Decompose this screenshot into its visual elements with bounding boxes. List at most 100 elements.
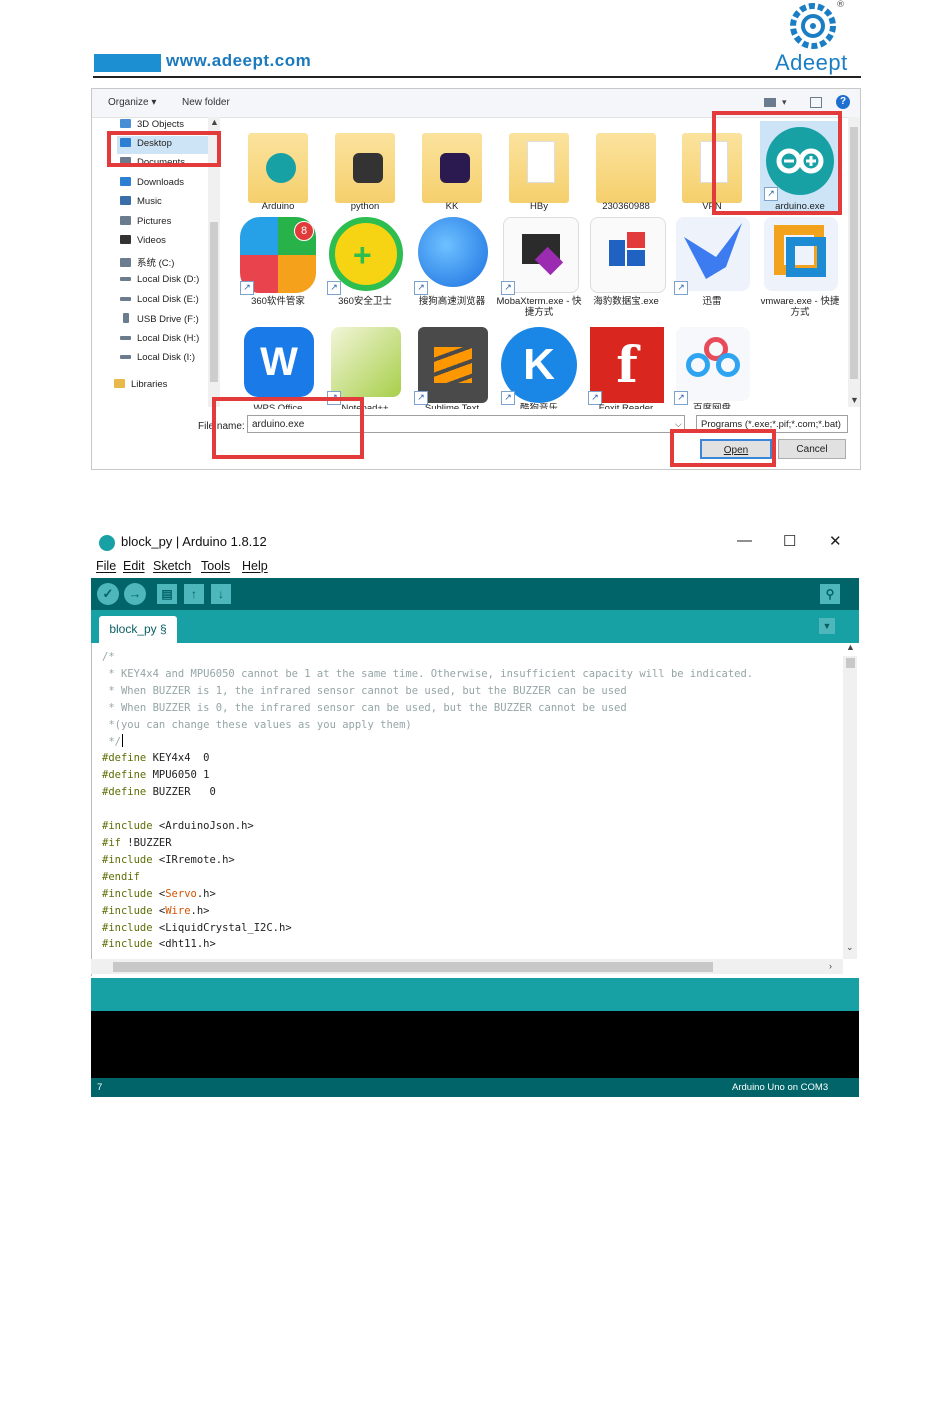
open-file-dialog: Organize ▾ New folder ▾ ? 3D Objects Des… (91, 88, 861, 470)
console-output[interactable] (91, 1011, 859, 1078)
sogou-browser-icon (418, 217, 488, 287)
verify-button[interactable]: ✓ (97, 583, 119, 605)
folder-icon (335, 133, 395, 203)
nav-item-music[interactable]: Music (120, 196, 162, 214)
drive-icon (120, 258, 131, 267)
serial-monitor-button[interactable]: ⚲ (820, 584, 840, 604)
drive-icon (120, 297, 131, 301)
code-line: * When BUZZER is 0, the infrared sensor … (102, 701, 627, 714)
text-cursor (121, 733, 123, 747)
nav-item-drive-f[interactable]: USB Drive (F:) (120, 313, 199, 331)
code-line: */ (102, 733, 123, 748)
ide-toolbar: ✓ → ▤ ↑ ↓ ⚲ (91, 578, 859, 610)
scroll-down-icon[interactable]: ⌄ (846, 942, 854, 953)
pictures-icon (120, 216, 131, 225)
tab-menu-button[interactable]: ▼ (819, 618, 835, 634)
status-bar (91, 978, 859, 1011)
open-sketch-button[interactable]: ↑ (184, 584, 204, 604)
save-sketch-button[interactable]: ↓ (211, 584, 231, 604)
nav-item-drive-e[interactable]: Local Disk (E:) (120, 294, 199, 312)
scroll-right-icon[interactable]: › (829, 961, 832, 971)
folder-icon (422, 133, 482, 203)
arduino-ide-window: block_py | Arduino 1.8.12 — ☐ ✕ File Edi… (91, 530, 859, 1097)
shortcut-arrow-icon: ↗ (414, 281, 428, 295)
downloads-icon (120, 177, 131, 186)
code-line: #endif (102, 870, 140, 883)
upload-button[interactable]: → (124, 583, 146, 605)
shortcut-arrow-icon: ↗ (327, 281, 341, 295)
view-options-icon[interactable] (764, 98, 776, 107)
registered-mark: ® (836, 0, 845, 10)
nav-item-pictures[interactable]: Pictures (120, 216, 171, 234)
editor-vscroll-thumb[interactable] (846, 658, 855, 668)
line-number: 7 (97, 1082, 103, 1093)
videos-icon (120, 235, 131, 244)
shortcut-arrow-icon: ↗ (240, 281, 254, 295)
drive-icon (120, 355, 131, 359)
bird-icon (684, 223, 742, 279)
nav-item-drive-h[interactable]: Local Disk (H:) (120, 333, 199, 351)
menu-help[interactable]: Help (242, 559, 268, 573)
preview-pane-icon[interactable] (810, 97, 822, 108)
scroll-up-icon[interactable]: ▲ (846, 642, 855, 652)
menu-bar: File Edit Sketch Tools Help (91, 556, 859, 576)
block-icon (627, 232, 645, 248)
editor-horizontal-scrollbar[interactable]: › (91, 959, 843, 974)
menu-sketch[interactable]: Sketch (153, 559, 191, 573)
xunlei-bird-icon (676, 217, 750, 291)
new-folder-button[interactable]: New folder (182, 97, 230, 108)
highlight-open-button (670, 429, 776, 467)
markdown-badge-icon (353, 153, 383, 183)
usb-drive-icon (123, 313, 129, 323)
drive-icon (120, 336, 131, 340)
code-line: #define KEY4x4 0 (102, 752, 210, 765)
scroll-down-icon[interactable]: ▼ (850, 395, 859, 405)
website-url: www.adeept.com (166, 51, 312, 70)
menu-file[interactable]: File (96, 559, 116, 573)
sublime-text-icon (418, 327, 488, 403)
arduino-logo-icon (99, 535, 115, 551)
nav-item-drive-c[interactable]: 系统 (C:) (120, 255, 174, 273)
help-icon[interactable]: ? (836, 95, 850, 109)
adeept-logo-icon (790, 3, 836, 49)
music-icon (120, 196, 131, 205)
plus-icon: + (353, 237, 372, 273)
files-scrollbar-thumb[interactable] (850, 127, 858, 379)
code-line: #include <Servo.h> (102, 887, 216, 900)
menu-tools[interactable]: Tools (201, 559, 230, 573)
cancel-button[interactable]: Cancel (778, 439, 846, 459)
close-button[interactable]: ✕ (829, 532, 842, 550)
folder-icon (596, 133, 656, 203)
scroll-up-icon[interactable]: ▲ (210, 117, 219, 127)
files-scrollbar[interactable]: ▼ (848, 117, 860, 407)
code-line: #define MPU6050 1 (102, 769, 210, 782)
code-line: #if !BUZZER (102, 836, 172, 849)
nav-item-downloads[interactable]: Downloads (120, 177, 184, 195)
nav-scrollbar-thumb[interactable] (210, 222, 218, 382)
menu-edit[interactable]: Edit (123, 559, 145, 573)
code-editor[interactable]: /* * KEY4x4 and MPU6050 cannot be 1 at t… (91, 643, 859, 976)
nav-item-videos[interactable]: Videos (120, 235, 166, 253)
editor-hscroll-thumb[interactable] (113, 962, 713, 972)
3d-objects-icon (120, 119, 131, 128)
folder-icon (509, 133, 569, 203)
minimize-button[interactable]: — (737, 532, 752, 549)
tab-block-py[interactable]: block_py § (99, 616, 177, 643)
notepadpp-chameleon-icon (331, 327, 401, 397)
editor-vertical-scrollbar[interactable]: ▲ ⌄ (843, 642, 857, 959)
window-title: block_py | Arduino 1.8.12 (121, 534, 267, 549)
arduino-badge-icon (266, 153, 296, 183)
view-dropdown-icon[interactable]: ▾ (782, 97, 787, 108)
nav-item-drive-d[interactable]: Local Disk (D:) (120, 274, 199, 292)
ide-title-bar: block_py | Arduino 1.8.12 — ☐ ✕ (91, 530, 859, 556)
code-line: #include <dht11.h> (102, 938, 216, 951)
maximize-button[interactable]: ☐ (783, 532, 796, 550)
new-sketch-button[interactable]: ▤ (157, 584, 177, 604)
organize-button[interactable]: Organize ▾ (108, 97, 156, 108)
code-line: * KEY4x4 and MPU6050 cannot be 1 at the … (102, 667, 754, 680)
nav-item-libraries[interactable]: Libraries (114, 379, 167, 397)
nav-item-drive-i[interactable]: Local Disk (I:) (120, 352, 195, 370)
header-blue-bar (94, 54, 161, 72)
code-text[interactable]: /* * KEY4x4 and MPU6050 cannot be 1 at t… (102, 649, 753, 953)
square-icon (786, 237, 826, 277)
